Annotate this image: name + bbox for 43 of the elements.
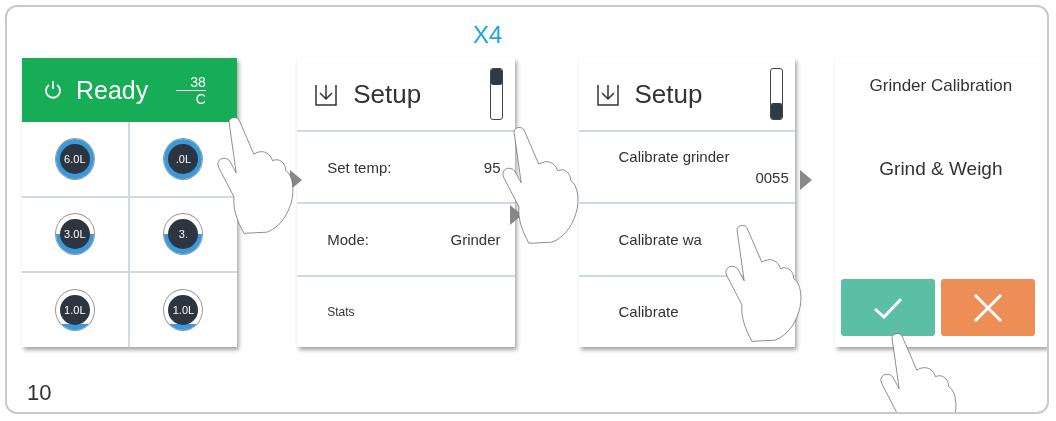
arrow-icon <box>510 205 522 225</box>
tank-volume: .0L <box>175 152 192 165</box>
scrollbar[interactable] <box>489 68 503 120</box>
page-number: 10 <box>27 380 52 406</box>
tank-gauge[interactable]: .0L <box>164 138 203 179</box>
cancel-button[interactable] <box>940 279 1036 336</box>
scroll-thumb[interactable] <box>770 103 782 119</box>
tank-gauge[interactable]: 1.0L <box>55 290 94 331</box>
scrollbar[interactable] <box>769 68 783 120</box>
check-icon <box>872 296 903 319</box>
tank-volume: 3.0L <box>64 228 86 241</box>
tank-gauge[interactable]: 6.0L <box>55 138 94 179</box>
temperature-text: C <box>195 90 206 107</box>
status-text: Ready <box>76 75 149 105</box>
tank-volume: 1.0L <box>64 304 86 317</box>
power-icon[interactable] <box>44 80 62 100</box>
setting-value: 0055 <box>755 169 789 187</box>
tank-gauge[interactable]: 3.0L <box>55 214 94 255</box>
menu-item[interactable]: Calibrate grinder <box>618 148 789 166</box>
tank-volume: 6.0L <box>64 152 86 165</box>
tank-volume: 3. <box>178 228 189 241</box>
arrow-icon <box>800 170 812 190</box>
menu-item[interactable]: Stats <box>327 304 355 319</box>
scroll-thumb[interactable] <box>490 69 502 85</box>
download-icon[interactable] <box>596 82 619 106</box>
menu-item[interactable]: Calibrate wa <box>618 231 702 248</box>
confirm-button[interactable] <box>840 279 935 336</box>
repeat-count: X4 <box>473 21 503 49</box>
setting-value: Grinder <box>450 231 501 248</box>
time-text: 38 <box>176 73 206 91</box>
screen-title: Setup <box>634 78 704 110</box>
menu-item[interactable]: Mode: <box>327 231 369 248</box>
tank-gauge[interactable]: 1.0L <box>164 290 203 331</box>
dialog-message: Grind & Weigh <box>878 158 1004 181</box>
tank-gauge[interactable]: 3. <box>164 214 203 255</box>
close-icon <box>972 292 1003 323</box>
dialog-title: Grinder Calibration <box>868 76 1014 96</box>
download-icon[interactable] <box>315 82 338 106</box>
screen-title: Setup <box>353 78 423 110</box>
menu-item[interactable]: Set temp: <box>327 158 392 176</box>
setting-value: 95 <box>483 158 501 176</box>
tank-volume: 1.0L <box>172 304 195 317</box>
menu-item[interactable]: Calibrate <box>618 303 679 321</box>
